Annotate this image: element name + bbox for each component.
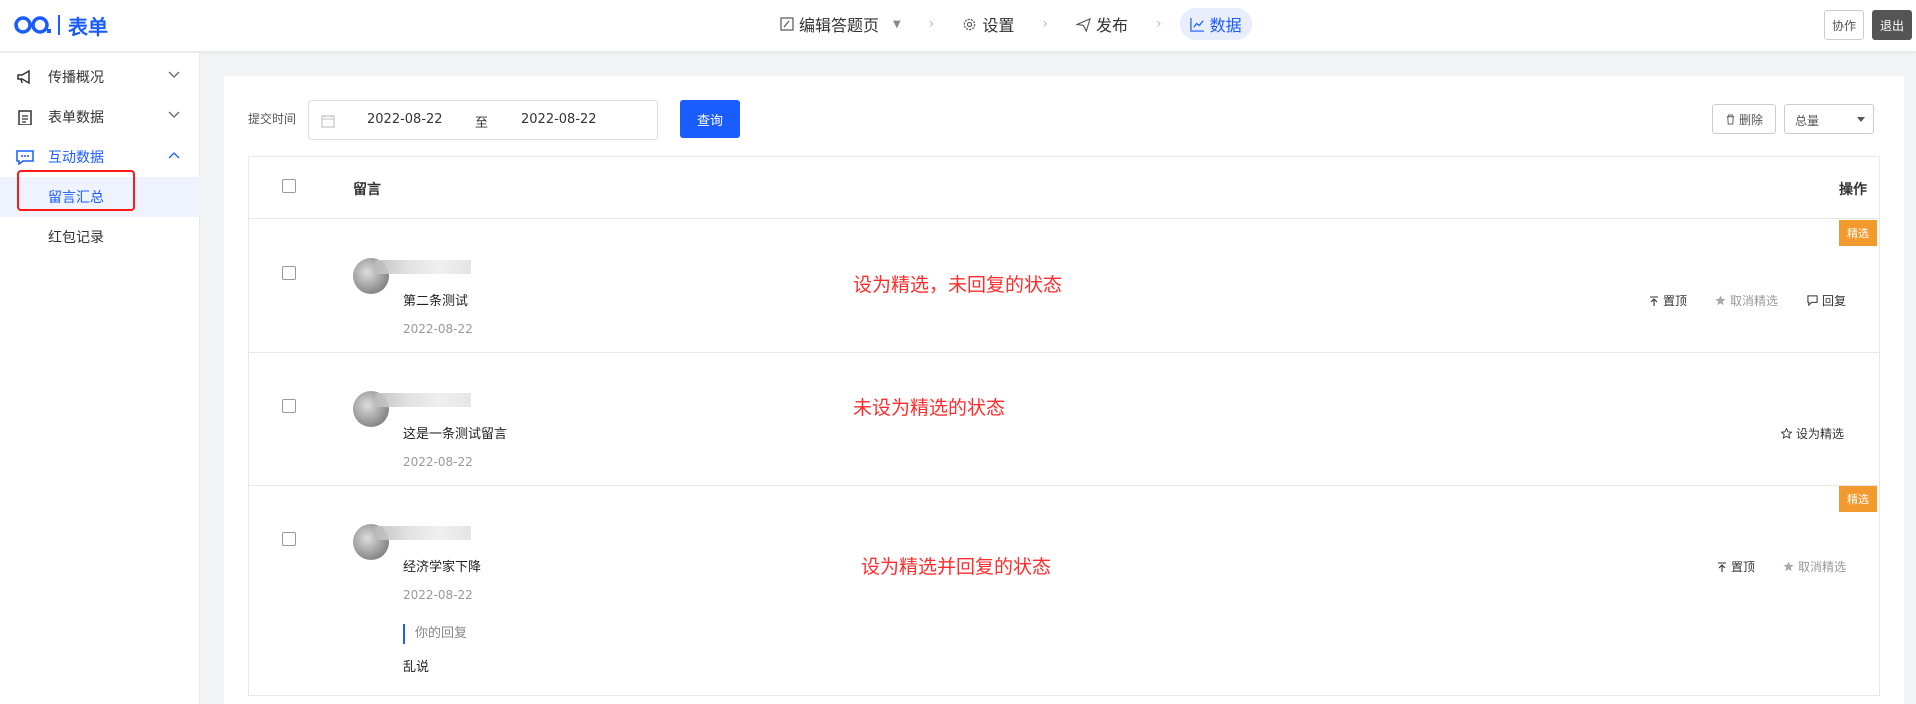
sidebar-item-label: 表单数据 — [48, 110, 104, 126]
chevron-up-icon — [168, 152, 180, 159]
range-separator: 至 — [475, 116, 489, 131]
sidebar-item-label: 互动数据 — [48, 150, 104, 166]
featured-badge: 精选 — [1839, 486, 1877, 512]
pin-label: 置顶 — [1663, 294, 1688, 308]
blurred-username — [375, 526, 471, 540]
row-checkbox[interactable] — [282, 266, 296, 280]
feature-label: 设为精选 — [1796, 427, 1845, 441]
end-date[interactable]: 2022-08-22 — [521, 112, 597, 127]
annotation-text: 设为精选，未回复的状态 — [853, 274, 1063, 296]
message-text: 第二条测试 — [403, 294, 469, 309]
highlight-box — [17, 170, 135, 211]
chart-icon — [1189, 17, 1204, 32]
logo[interactable]: 表单 — [14, 12, 108, 39]
message-text: 这是一条测试留言 — [403, 427, 508, 442]
annotation-text: 未设为精选的状态 — [853, 397, 1006, 419]
chevron-down-icon[interactable]: ▼ — [893, 19, 901, 30]
calendar-icon — [321, 115, 335, 128]
sidebar-subitem-label: 红包记录 — [48, 230, 104, 246]
sidebar-item-label: 传播概况 — [48, 70, 104, 86]
trash-icon — [1726, 113, 1735, 125]
chevron-right-icon: › — [1155, 16, 1162, 32]
exit-button[interactable]: 退出 — [1872, 10, 1912, 40]
nav-data[interactable]: 数据 — [1179, 8, 1252, 40]
date-range-picker[interactable]: 2022-08-22 至 2022-08-22 — [308, 100, 658, 140]
message-table: 留言 操作 第二条测试 2022-08-22 设为精选，未回复的状态 精选 置顶… — [248, 156, 1880, 696]
reply-text: 乱说 — [403, 660, 430, 675]
chat-icon — [16, 150, 34, 165]
chevron-down-icon — [168, 71, 180, 78]
nav-publish-label: 发布 — [1095, 16, 1128, 35]
blurred-username — [375, 393, 471, 407]
nav-settings-label: 设置 — [982, 16, 1015, 35]
featured-badge: 精选 — [1839, 220, 1877, 246]
pin-button[interactable]: 置顶 — [1649, 292, 1687, 309]
query-button[interactable]: 查询 — [680, 100, 740, 138]
collaborate-button[interactable]: 协作 — [1824, 10, 1864, 40]
table-header: 留言 操作 — [249, 157, 1879, 219]
sidebar-item-form-data[interactable]: 表单数据 — [0, 97, 200, 137]
select-all-checkbox[interactable] — [282, 179, 296, 193]
col-message-header: 留言 — [353, 182, 381, 198]
step-nav: 编辑答题页 ▼ › 设置 › 发布 › 数据 — [770, 8, 1252, 40]
start-date[interactable]: 2022-08-22 — [367, 112, 443, 127]
nav-edit-label: 编辑答题页 — [799, 16, 880, 35]
logo-mark-icon — [14, 16, 51, 34]
chevron-down-icon — [168, 111, 180, 118]
message-date: 2022-08-22 — [403, 455, 473, 469]
table-row: 经济学家下降 2022-08-22 设为精选并回复的状态 精选 置顶 取消精选 … — [249, 486, 1879, 695]
feature-button[interactable]: 设为精选 — [1781, 425, 1844, 442]
star-filled-icon — [1715, 295, 1726, 306]
comment-icon — [1807, 295, 1818, 306]
pin-label: 置顶 — [1731, 560, 1756, 574]
clipboard-icon — [18, 110, 32, 125]
top-header: 表单 编辑答题页 ▼ › 设置 › 发布 › 数据 协作 退出 — [0, 0, 1916, 52]
star-outline-icon — [1781, 428, 1792, 439]
pin-icon — [1718, 561, 1726, 572]
main-card: 提交时间 2022-08-22 至 2022-08-22 查询 删除 总量 留言… — [224, 76, 1904, 704]
filter-label: 提交时间 — [248, 112, 297, 126]
chevron-right-icon: › — [928, 16, 935, 32]
star-filled-icon — [1783, 561, 1794, 572]
annotation-text: 设为精选并回复的状态 — [861, 556, 1052, 578]
unfeature-label: 取消精选 — [1798, 560, 1847, 574]
message-date: 2022-08-22 — [403, 588, 473, 602]
delete-button[interactable]: 删除 — [1712, 104, 1776, 134]
reply-label: 回复 — [1822, 294, 1847, 308]
pin-icon — [1650, 295, 1658, 306]
nav-settings[interactable]: 设置 — [952, 8, 1024, 40]
blurred-username — [375, 260, 471, 274]
message-date: 2022-08-22 — [403, 322, 473, 336]
chevron-right-icon: › — [1042, 16, 1048, 32]
logo-separator — [58, 15, 60, 35]
nav-data-label: 数据 — [1209, 16, 1242, 35]
sidebar-subitem-redpacket[interactable]: 红包记录 — [0, 217, 200, 257]
send-icon — [1075, 17, 1091, 32]
reply-label: 你的回复 — [403, 624, 467, 644]
unfeature-label: 取消精选 — [1730, 294, 1779, 308]
nav-edit[interactable]: 编辑答题页 ▼ — [770, 8, 911, 40]
unfeature-button[interactable]: 取消精选 — [1715, 292, 1778, 309]
sidebar-item-spread[interactable]: 传播概况 — [0, 57, 200, 97]
nav-publish[interactable]: 发布 — [1066, 8, 1138, 40]
megaphone-icon — [17, 69, 30, 85]
table-row: 这是一条测试留言 2022-08-22 未设为精选的状态 设为精选 — [249, 353, 1879, 486]
unfeature-button[interactable]: 取消精选 — [1783, 558, 1846, 575]
logo-text: 表单 — [68, 14, 108, 39]
col-action-header: 操作 — [1839, 182, 1867, 198]
delete-label: 删除 — [1738, 112, 1763, 127]
reply-button[interactable]: 回复 — [1807, 292, 1846, 309]
gear-icon — [964, 18, 976, 30]
message-text: 经济学家下降 — [403, 560, 482, 575]
pin-button[interactable]: 置顶 — [1717, 558, 1755, 575]
sidebar: 传播概况 表单数据 互动数据 留言汇总 红包记录 — [0, 53, 200, 704]
table-row: 第二条测试 2022-08-22 设为精选，未回复的状态 精选 置顶 取消精选 … — [249, 220, 1879, 353]
row-checkbox[interactable] — [282, 399, 296, 413]
row-checkbox[interactable] — [282, 532, 296, 546]
edit-icon — [780, 17, 794, 31]
caret-down-icon — [1857, 117, 1865, 122]
total-select-value: 总量 — [1795, 114, 1820, 128]
total-select[interactable]: 总量 — [1784, 104, 1874, 134]
